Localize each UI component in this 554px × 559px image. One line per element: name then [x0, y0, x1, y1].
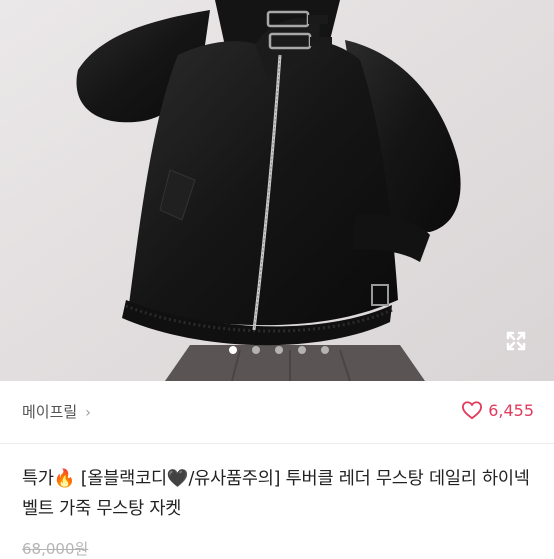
shop-row: 메이프릴 › 6,455 [0, 381, 554, 444]
heart-outline-icon [462, 401, 483, 420]
like-count: 6,455 [488, 400, 534, 420]
carousel-dot[interactable] [229, 346, 237, 354]
carousel-dot[interactable] [321, 346, 329, 354]
chevron-right-icon: › [85, 405, 91, 421]
product-image-gallery[interactable] [0, 0, 554, 381]
shop-link[interactable]: 메이프릴 › [22, 401, 91, 422]
carousel-dot[interactable] [252, 346, 260, 354]
carousel-dots[interactable] [0, 343, 554, 357]
product-photo [0, 0, 554, 381]
carousel-dot[interactable] [275, 346, 283, 354]
like-button[interactable]: 6,455 [461, 400, 534, 420]
carousel-dot[interactable] [298, 346, 306, 354]
product-title: 특가🔥 [올블랙코디🖤/유사품주의] 투버클 레더 무스탕 데일리 하이넥 벨트… [22, 469, 530, 519]
shop-name: 메이프릴 [22, 403, 78, 421]
original-price: 68,000원 [22, 540, 89, 558]
